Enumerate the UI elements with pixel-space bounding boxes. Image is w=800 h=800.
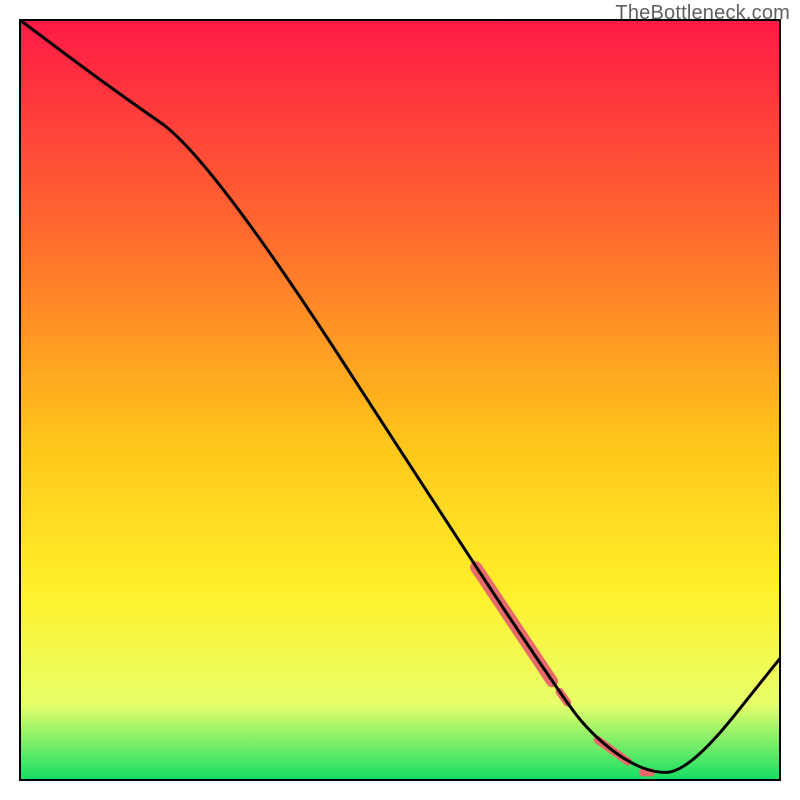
plot-background bbox=[20, 20, 780, 780]
bottleneck-chart bbox=[0, 0, 800, 800]
chart-stage: TheBottleneck.com bbox=[0, 0, 800, 800]
